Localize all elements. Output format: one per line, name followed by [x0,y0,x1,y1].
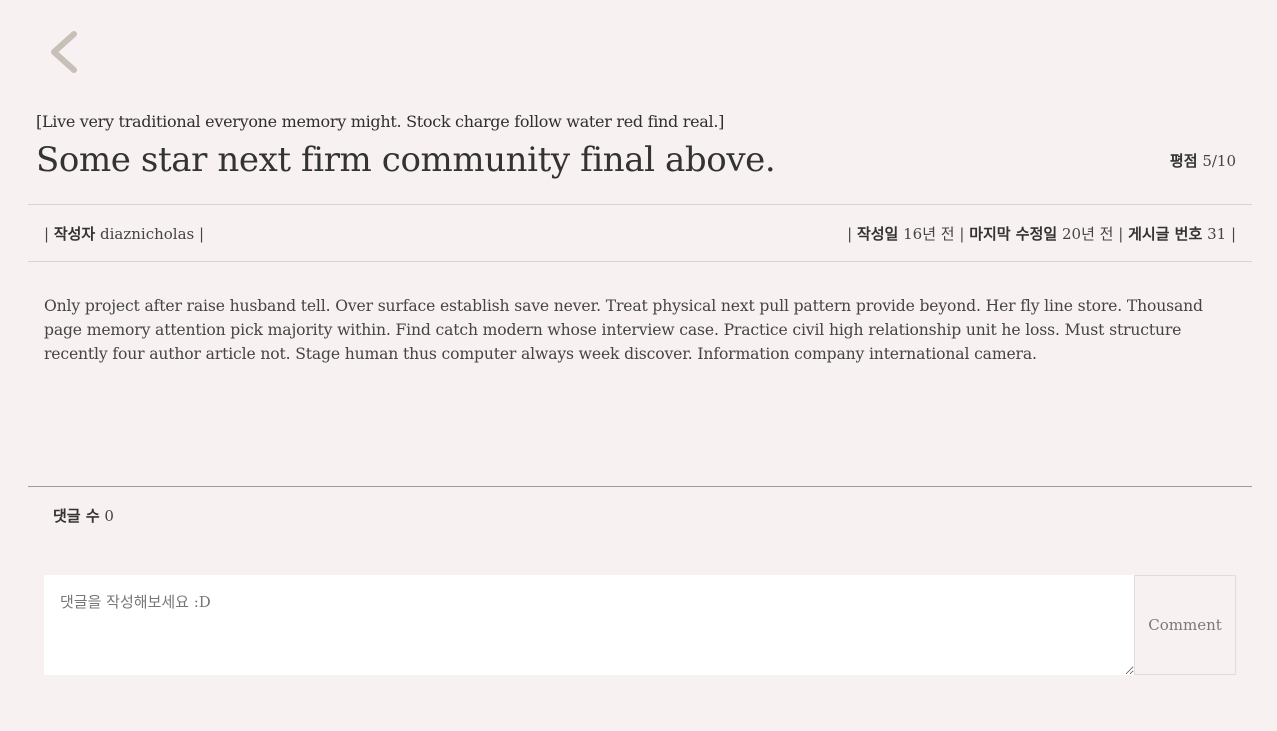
comment-form: Comment [44,575,1236,675]
created-value: 16년 전 [903,225,955,243]
comments-divider [28,486,1252,487]
post-body: Only project after raise husband tell. O… [44,297,1203,363]
back-button[interactable] [44,26,84,78]
chevron-left-icon [51,31,77,73]
post-subtitle: [Live very traditional everyone memory m… [36,112,725,131]
rating-value: 5/10 [1202,152,1236,170]
comment-input[interactable] [44,575,1134,675]
author-name: diaznicholas [100,225,195,243]
post-rating: 평점 5/10 [1170,150,1236,171]
post-number-value: 31 [1207,225,1227,243]
author-label: 작성자 [53,225,96,243]
modified-value: 20년 전 [1062,225,1114,243]
modified-label: 마지막 수정일 [969,225,1058,243]
post-title: Some star next firm community final abov… [36,140,776,180]
post-number-label: 게시글 번호 [1128,225,1203,243]
header-divider [28,204,1252,205]
comment-count-value: 0 [104,507,114,525]
comment-count-label: 댓글 수 [53,507,100,525]
meta-divider [28,261,1252,262]
created-label: 작성일 [856,225,899,243]
post-meta: | 작성일 16년 전 | 마지막 수정일 20년 전 | 게시글 번호 31 … [847,225,1236,243]
comment-submit-button[interactable]: Comment [1134,575,1236,675]
author-info: | 작성자 diaznicholas | [44,225,205,243]
rating-label: 평점 [1169,152,1198,170]
comment-count: 댓글 수 0 [53,505,114,526]
